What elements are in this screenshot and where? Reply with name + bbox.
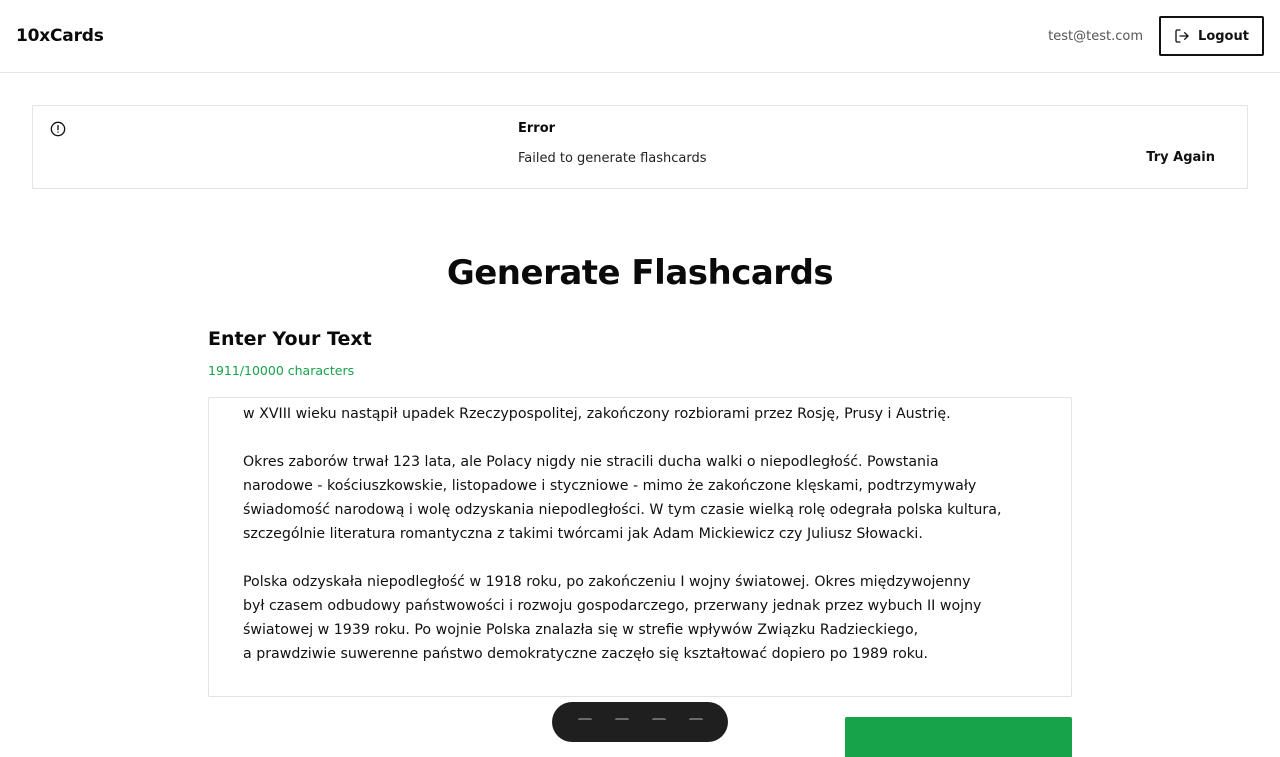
generate-button[interactable] xyxy=(845,717,1072,757)
alert-title: Error xyxy=(518,121,556,136)
alert-circle-icon xyxy=(50,121,66,137)
toolbar-icon[interactable] xyxy=(614,718,629,726)
section-title: Enter Your Text xyxy=(208,328,372,350)
logout-label: Logout xyxy=(1198,28,1249,44)
try-again-button[interactable]: Try Again xyxy=(1146,150,1215,165)
floating-toolbar[interactable] xyxy=(552,702,728,742)
logout-icon xyxy=(1175,29,1189,43)
header-user-area: test@test.com Logout xyxy=(1048,16,1264,56)
logout-button[interactable]: Logout xyxy=(1159,16,1264,56)
page-title: Generate Flashcards xyxy=(446,253,834,293)
alert-message: Failed to generate flashcards xyxy=(518,151,707,166)
toolbar-icon[interactable] xyxy=(577,718,592,726)
toolbar-icon[interactable] xyxy=(688,718,703,726)
source-text-value: rolę w Europie, czego przykładem była od… xyxy=(243,406,1002,662)
error-alert: Error Failed to generate flashcards Try … xyxy=(32,105,1248,189)
toolbar-icon[interactable] xyxy=(651,718,666,726)
source-text-input[interactable]: rolę w Europie, czego przykładem była od… xyxy=(208,397,1072,697)
character-counter: 1911/10000 characters xyxy=(208,363,355,378)
user-email: test@test.com xyxy=(1048,28,1143,44)
app-header: 10xCards test@test.com Logout xyxy=(0,0,1280,73)
brand-logo[interactable]: 10xCards xyxy=(16,26,104,46)
